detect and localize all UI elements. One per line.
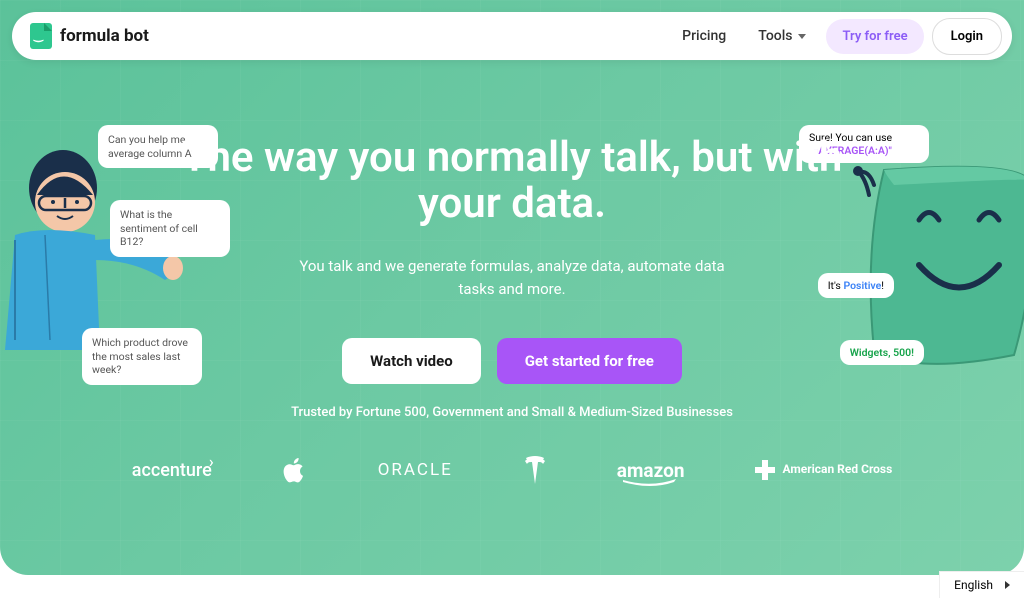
hero-buttons: Watch video Get started for free bbox=[162, 338, 862, 384]
company-logos: accenture › ORACLE amazon American Red C… bbox=[0, 455, 1024, 485]
nav-tools[interactable]: Tools bbox=[746, 20, 818, 52]
watch-video-button[interactable]: Watch video bbox=[342, 338, 481, 384]
apple-logo bbox=[282, 455, 308, 485]
login-button[interactable]: Login bbox=[932, 18, 1002, 55]
language-label: English bbox=[954, 578, 993, 592]
brand-name: formula bot bbox=[60, 26, 149, 46]
try-free-button[interactable]: Try for free bbox=[826, 19, 923, 54]
redcross-logo: American Red Cross bbox=[754, 459, 892, 481]
tesla-logo bbox=[523, 456, 547, 484]
amazon-logo: amazon bbox=[617, 459, 685, 482]
get-started-button[interactable]: Get started for free bbox=[497, 338, 682, 384]
logo[interactable]: formula bot bbox=[30, 23, 149, 49]
nav-pricing[interactable]: Pricing bbox=[670, 20, 738, 52]
navbar: formula bot Pricing Tools Try for free L… bbox=[12, 12, 1012, 60]
trusted-text: Trusted by Fortune 500, Government and S… bbox=[291, 405, 733, 420]
language-selector[interactable]: English bbox=[939, 571, 1024, 598]
chevron-right-icon bbox=[1005, 581, 1010, 589]
hero-subtitle: You talk and we generate formulas, analy… bbox=[292, 255, 732, 300]
hero-title: The way you normally talk, but with your… bbox=[162, 135, 862, 227]
oracle-logo: ORACLE bbox=[378, 460, 453, 480]
chevron-down-icon bbox=[798, 34, 806, 39]
hero-section: Can you help me average column A? What i… bbox=[0, 0, 1024, 575]
accenture-logo: accenture › bbox=[132, 460, 212, 481]
logo-icon bbox=[30, 23, 52, 49]
